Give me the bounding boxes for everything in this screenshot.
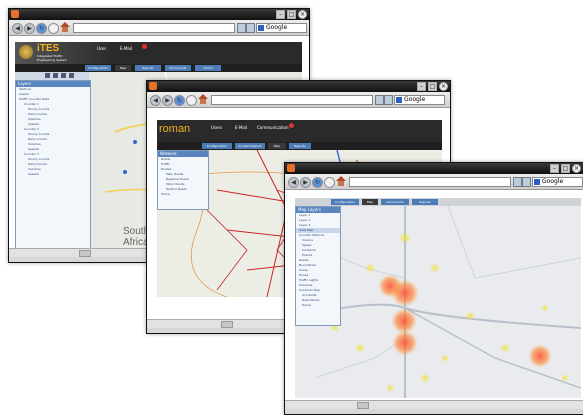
layer-item[interactable]: Speeds: [16, 172, 90, 177]
tab-map[interactable]: Map: [362, 199, 378, 205]
browser-toolbar: ◀ ▶ ↻ Google: [9, 20, 309, 36]
user-menu-item[interactable]: User: [97, 46, 106, 51]
tab-admin[interactable]: Admin: [195, 65, 221, 71]
search-box[interactable]: Google: [394, 95, 445, 105]
app-subtitle-line-2: Engineering System: [37, 58, 68, 62]
tab-incident-report[interactable]: Incident Report: [235, 143, 265, 149]
reload-icon[interactable]: ↻: [312, 177, 323, 188]
zoom-in-icon[interactable]: [45, 73, 50, 78]
app-name: iTES: [37, 43, 60, 54]
tab-documents[interactable]: Documents: [381, 199, 409, 205]
close-icon[interactable]: ×: [572, 164, 581, 173]
bookmark-button[interactable]: [522, 177, 531, 187]
close-icon[interactable]: ×: [439, 82, 448, 91]
maximize-icon[interactable]: □: [428, 82, 437, 91]
app-header: roman Users E-Mail Communication: [157, 120, 442, 142]
tab-configuration[interactable]: Configuration: [331, 199, 359, 205]
close-icon[interactable]: ×: [298, 10, 307, 19]
page-content: Configuration Map Documents Reports Map …: [285, 190, 583, 414]
reload-icon[interactable]: ↻: [36, 23, 47, 34]
notification-icon[interactable]: [142, 44, 147, 49]
panel-toolbar: [15, 72, 89, 80]
browser-window-3: – □ × ◀ ▶ ↻ Google Configuration Map Doc…: [284, 162, 583, 415]
layer-item[interactable]: Towns: [158, 192, 208, 197]
notification-icon[interactable]: [289, 123, 294, 128]
home-icon[interactable]: [336, 176, 346, 186]
search-engine-label: Google: [404, 96, 426, 103]
go-button[interactable]: [513, 177, 522, 187]
go-button[interactable]: [237, 23, 246, 33]
home-icon[interactable]: [198, 94, 208, 104]
tab-map[interactable]: Map: [115, 65, 131, 71]
scrollbar-thumb[interactable]: [79, 250, 91, 257]
browser-toolbar: ◀ ▶ ↻ Google: [285, 174, 583, 190]
search-engine-label: Google: [542, 178, 564, 185]
layer-panel: Map Layers Layer 1 Layer 2 Layer 3 Heat …: [295, 206, 341, 326]
tab-configuration[interactable]: Configuration: [202, 143, 232, 149]
forward-icon[interactable]: ▶: [162, 95, 173, 106]
bookmark-button[interactable]: [384, 95, 393, 105]
app-menu-bar: Configuration Incident Report Map Report…: [157, 142, 442, 150]
home-icon[interactable]: [60, 22, 70, 32]
browser-logo-icon: [287, 164, 295, 172]
tab-map[interactable]: Map: [268, 143, 286, 149]
browser-toolbar: ◀ ▶ ↻ Google: [147, 92, 450, 108]
maximize-icon[interactable]: □: [287, 10, 296, 19]
stop-icon[interactable]: [48, 23, 59, 34]
browser-logo-icon: [11, 10, 19, 18]
app-logo-icon: [19, 45, 33, 59]
minimize-icon[interactable]: –: [417, 82, 426, 91]
pan-icon[interactable]: [61, 73, 66, 78]
status-bar: [285, 409, 583, 414]
stop-icon[interactable]: [186, 95, 197, 106]
users-menu-item[interactable]: Users: [211, 125, 222, 130]
zoom-out-icon[interactable]: [53, 73, 58, 78]
minimize-icon[interactable]: –: [550, 164, 559, 173]
tab-reports[interactable]: Reports: [289, 143, 311, 149]
scrollbar-thumb[interactable]: [357, 402, 369, 409]
window-titlebar: – □ ×: [9, 9, 309, 20]
bookmark-button[interactable]: [246, 23, 255, 33]
forward-icon[interactable]: ▶: [300, 177, 311, 188]
scrollbar-thumb[interactable]: [221, 321, 233, 328]
reload-icon[interactable]: ↻: [174, 95, 185, 106]
minimize-icon[interactable]: –: [276, 10, 285, 19]
layer-panel: Network Roads Traffic Routes Main Roads …: [157, 150, 209, 210]
back-icon[interactable]: ◀: [12, 23, 23, 34]
email-menu-item[interactable]: E-Mail: [120, 46, 132, 51]
tab-reports[interactable]: Reports: [412, 199, 438, 205]
maximize-icon[interactable]: □: [561, 164, 570, 173]
search-engine-label: Google: [266, 24, 288, 31]
app-header: iTES Integrated Traffic Engineering Syst…: [15, 42, 302, 64]
communication-menu-item[interactable]: Communication: [257, 125, 289, 130]
back-icon[interactable]: ◀: [150, 95, 161, 106]
tab-reports[interactable]: Reports: [135, 65, 161, 71]
google-icon: [534, 179, 540, 185]
app-name: roman: [159, 123, 191, 135]
app-menu-bar: Configuration Map Documents Reports: [295, 198, 581, 206]
search-icon[interactable]: [69, 73, 74, 78]
tab-configuration[interactable]: Configuration: [85, 65, 111, 71]
address-bar[interactable]: [349, 177, 511, 187]
email-menu-item[interactable]: E-Mail: [235, 125, 247, 130]
go-button[interactable]: [375, 95, 384, 105]
map-label-africa: Africa: [123, 237, 149, 248]
layer-item[interactable]: Towns: [296, 303, 340, 308]
forward-icon[interactable]: ▶: [24, 23, 35, 34]
stop-icon[interactable]: [324, 177, 335, 188]
back-icon[interactable]: ◀: [288, 177, 299, 188]
address-bar[interactable]: [73, 23, 235, 33]
google-icon: [258, 25, 264, 31]
tab-documents[interactable]: Documents: [165, 65, 191, 71]
app-menu-bar: Configuration Map Reports Documents Admi…: [15, 64, 302, 72]
google-icon: [396, 97, 402, 103]
window-titlebar: – □ ×: [147, 81, 450, 92]
horizontal-scrollbar[interactable]: [285, 400, 583, 409]
search-box[interactable]: Google: [532, 177, 583, 187]
layer-panel: Layers Stations Assets Traffic Counter D…: [15, 80, 91, 250]
search-box[interactable]: Google: [256, 23, 307, 33]
address-bar[interactable]: [211, 95, 373, 105]
window-titlebar: – □ ×: [285, 163, 583, 174]
browser-logo-icon: [149, 82, 157, 90]
